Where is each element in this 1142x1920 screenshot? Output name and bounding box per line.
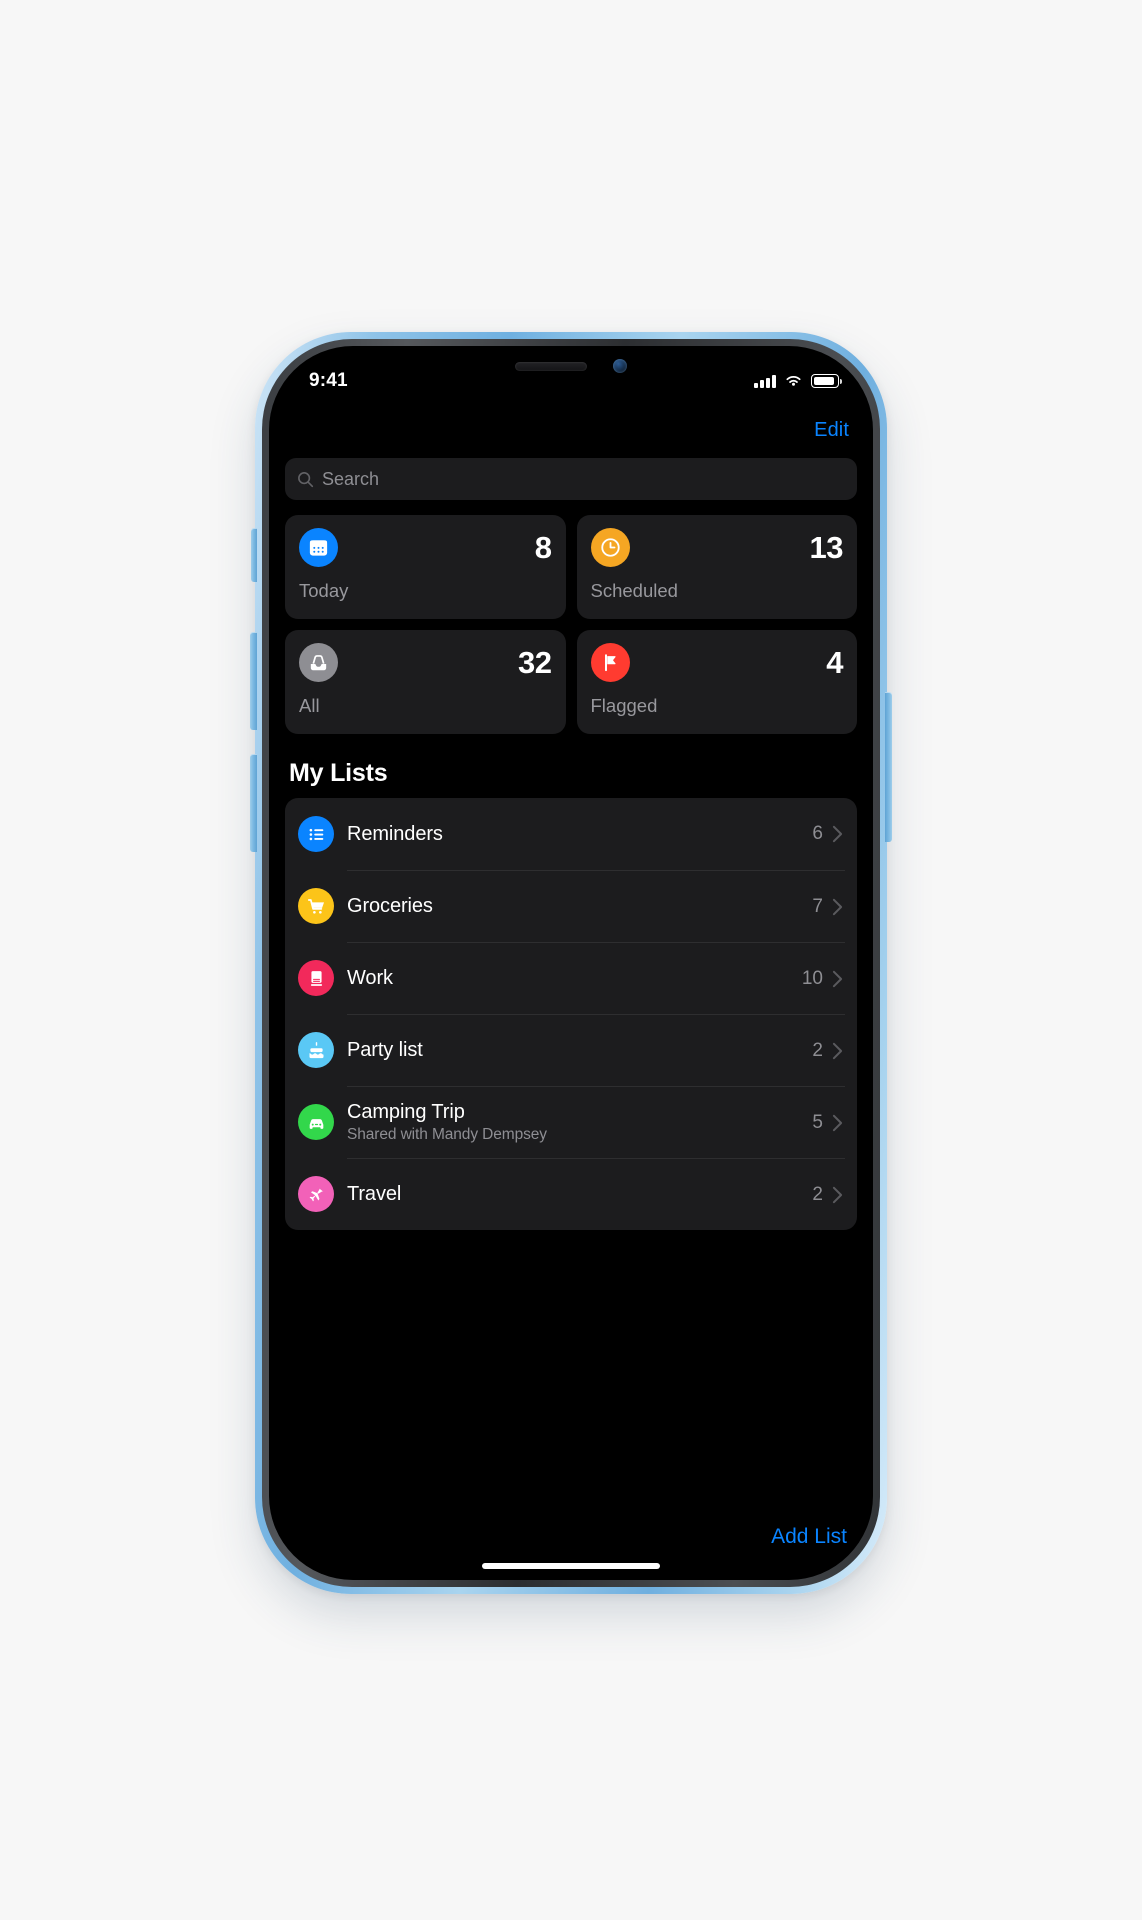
status-time: 9:41 xyxy=(309,370,348,391)
smart-card-scheduled[interactable]: 13 Scheduled xyxy=(576,515,857,619)
wifi-icon xyxy=(786,375,801,386)
volume-up-button[interactable] xyxy=(250,632,257,730)
inbox-icon xyxy=(299,643,338,682)
list-item-text-group: Party list xyxy=(347,1039,423,1062)
ringer-switch-button[interactable] xyxy=(251,528,257,582)
status-icons-group xyxy=(754,374,842,388)
car-icon xyxy=(298,1104,334,1140)
smart-lists-grid: 8 Today 13 Scheduled 32 All 4 Flagged xyxy=(285,515,857,734)
chevron-right-icon xyxy=(832,1042,843,1059)
list-item-trailing: 2 xyxy=(812,1184,843,1206)
volume-down-button[interactable] xyxy=(250,754,257,852)
birthday-cake-icon xyxy=(298,1032,334,1068)
navigation-bar: Edit xyxy=(285,408,857,452)
earpiece-speaker-icon xyxy=(515,361,587,371)
my-lists-header: My Lists xyxy=(289,759,388,787)
list-item-travel[interactable]: Travel 2 xyxy=(285,1158,857,1230)
list-item-content: Groceries 7 xyxy=(347,870,845,942)
smart-card-label: Scheduled xyxy=(590,580,678,601)
list-item-name: Groceries xyxy=(347,895,433,917)
cellular-signal-icon xyxy=(754,374,776,388)
list-item-content: Camping Trip Shared with Mandy Dempsey 5 xyxy=(347,1086,845,1158)
front-camera-icon xyxy=(613,359,627,373)
smart-card-count: 4 xyxy=(826,645,843,680)
bullet-list-icon xyxy=(298,816,334,852)
chevron-right-icon xyxy=(832,825,843,843)
list-item-name: Party list xyxy=(347,1039,423,1061)
list-item-count: 2 xyxy=(812,1183,823,1205)
edit-button[interactable]: Edit xyxy=(814,419,849,442)
list-item-content: Work 10 xyxy=(347,942,845,1014)
screenshot-stage: 9:41 Edit Search 8 Today 13 Scheduled 32… xyxy=(0,0,1142,1920)
list-item-name: Work xyxy=(347,967,393,989)
list-item-trailing: 5 xyxy=(812,1112,843,1134)
chevron-right-icon xyxy=(832,1186,843,1203)
smart-card-count: 32 xyxy=(518,645,552,680)
list-item-name: Reminders xyxy=(347,822,443,845)
list-item-content: Party list 2 xyxy=(347,1014,845,1086)
list-item-trailing: 2 xyxy=(812,1040,843,1062)
search-icon xyxy=(298,471,314,487)
list-item-reminders[interactable]: Reminders 6 xyxy=(285,798,857,870)
list-item-trailing: 7 xyxy=(812,896,843,918)
list-item-text-group: Camping Trip Shared with Mandy Dempsey xyxy=(347,1101,547,1144)
list-item-text-group: Reminders xyxy=(347,823,443,846)
smart-card-today[interactable]: 8 Today xyxy=(285,515,566,619)
smart-card-count: 8 xyxy=(534,530,552,565)
smart-card-flagged[interactable]: 4 Flagged xyxy=(576,630,857,734)
smart-card-label: All xyxy=(299,695,320,716)
list-item-subtitle: Shared with Mandy Dempsey xyxy=(347,1126,547,1143)
shopping-cart-icon xyxy=(298,888,334,924)
list-item-count: 6 xyxy=(812,823,823,844)
list-item-content: Reminders 6 xyxy=(347,798,845,870)
list-item-groceries[interactable]: Groceries 7 xyxy=(285,870,857,942)
chevron-right-icon xyxy=(832,970,843,987)
list-item-text-group: Travel xyxy=(347,1183,401,1206)
calendar-icon xyxy=(299,528,338,567)
list-item-trailing: 6 xyxy=(812,823,843,845)
list-item-count: 5 xyxy=(812,1111,823,1133)
add-list-button[interactable]: Add List xyxy=(771,1525,847,1549)
smart-card-header: 4 xyxy=(590,643,843,682)
list-item-text-group: Groceries xyxy=(347,895,433,918)
flag-icon xyxy=(590,643,630,682)
smart-card-count: 13 xyxy=(809,530,844,565)
search-field[interactable]: Search xyxy=(285,458,857,500)
list-item-name: Travel xyxy=(347,1183,402,1205)
list-item-content: Travel 2 xyxy=(347,1158,845,1230)
chevron-right-icon xyxy=(832,1114,843,1131)
display-notch xyxy=(453,346,689,386)
airplane-icon xyxy=(298,1176,334,1212)
search-placeholder: Search xyxy=(322,468,380,489)
clock-icon xyxy=(590,528,630,567)
smart-card-label: Flagged xyxy=(590,695,658,716)
iphone-device-frame: 9:41 Edit Search 8 Today 13 Scheduled 32… xyxy=(250,332,892,1594)
list-item-text-group: Work xyxy=(347,967,393,990)
device-bezel: 9:41 Edit Search 8 Today 13 Scheduled 32… xyxy=(262,339,880,1587)
list-item-count: 10 xyxy=(801,967,823,989)
smart-card-all[interactable]: 32 All xyxy=(285,630,566,734)
my-lists-card: Reminders 6 Groceries 7 Work 10 Party li… xyxy=(285,798,857,1230)
battery-icon xyxy=(811,374,842,388)
list-item-camping-trip[interactable]: Camping Trip Shared with Mandy Dempsey 5 xyxy=(285,1086,857,1158)
list-item-name: Camping Trip xyxy=(347,1101,465,1123)
smart-card-header: 8 xyxy=(299,528,552,567)
list-item-trailing: 10 xyxy=(802,968,843,990)
chevron-right-icon xyxy=(832,898,843,915)
list-item-count: 7 xyxy=(812,895,823,917)
smart-card-header: 32 xyxy=(299,643,552,682)
smart-card-label: Today xyxy=(299,580,349,601)
power-button[interactable] xyxy=(885,692,892,842)
list-item-count: 2 xyxy=(812,1039,823,1061)
home-indicator[interactable] xyxy=(482,1563,660,1569)
smart-card-header: 13 xyxy=(590,528,844,567)
list-item-work[interactable]: Work 10 xyxy=(285,942,857,1014)
phone-screen: 9:41 Edit Search 8 Today 13 Scheduled 32… xyxy=(269,346,873,1580)
computer-icon xyxy=(298,960,334,996)
list-item-party-list[interactable]: Party list 2 xyxy=(285,1014,857,1086)
reminders-app: Edit Search 8 Today 13 Scheduled 32 All … xyxy=(269,346,873,1580)
